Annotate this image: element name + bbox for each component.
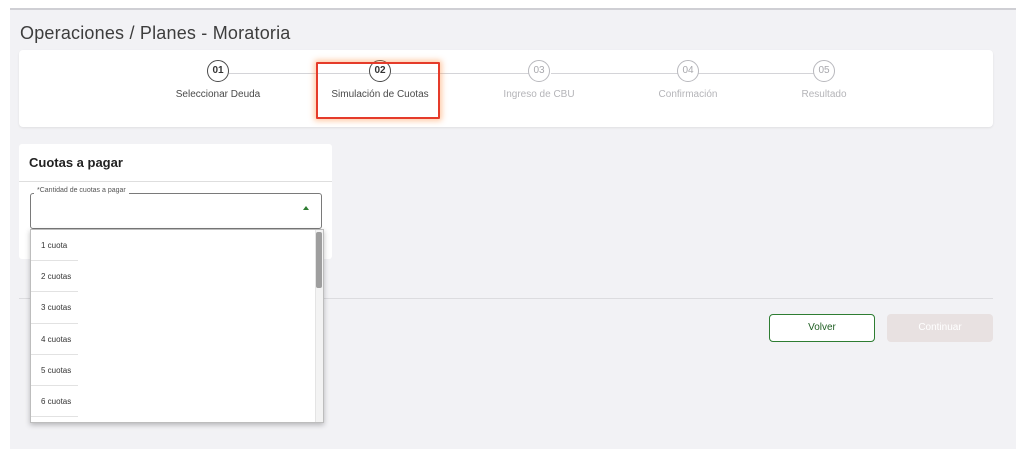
continue-button[interactable]: Continuar: [887, 314, 993, 342]
step-seleccionar-deuda[interactable]: 01 Seleccionar Deuda: [153, 60, 283, 100]
dropdown-option[interactable]: 3 cuotas: [31, 292, 323, 324]
dropdown-option[interactable]: 2 cuotas: [31, 261, 323, 293]
panel-divider: [19, 181, 332, 182]
panel-title: Cuotas a pagar: [29, 155, 123, 170]
step-confirmacion: 04 Confirmación: [623, 60, 753, 100]
active-step-highlight: [316, 62, 440, 119]
dropdown-option-label: 3 cuotas: [41, 303, 72, 313]
option-separator: [31, 416, 78, 418]
step-ingreso-cbu: 03 Ingreso de CBU: [474, 60, 604, 100]
step-number: 05: [813, 60, 835, 82]
stepper: 01 Seleccionar Deuda 02 Simulación de Cu…: [19, 50, 993, 127]
cuotas-select[interactable]: [30, 193, 322, 229]
dropdown-option-label: 1 cuota: [41, 241, 68, 250]
step-label: Resultado: [801, 89, 847, 100]
caret-up-icon[interactable]: [303, 206, 309, 210]
step-resultado: 05 Resultado: [759, 60, 889, 100]
step-number: 03: [528, 60, 550, 82]
scrollbar-thumb[interactable]: [316, 232, 322, 288]
dropdown-option[interactable]: 4 cuotas: [31, 324, 323, 355]
step-label: Confirmación: [658, 89, 718, 100]
cuotas-dropdown[interactable]: 1 cuota 2 cuotas 3 cuotas 4 cuotas 5 cuo…: [30, 229, 324, 423]
dropdown-option-label: 2 cuotas: [41, 272, 72, 282]
app-frame: Operaciones / Planes - Moratoria 01 Sele…: [10, 8, 1016, 449]
dropdown-option-label: 4 cuotas: [41, 334, 72, 344]
step-number: 01: [207, 60, 229, 82]
dropdown-option[interactable]: 1 cuota: [31, 230, 323, 262]
dropdown-option[interactable]: 5 cuotas: [31, 355, 323, 386]
dropdown-option[interactable]: 6 cuotas: [31, 386, 323, 418]
dropdown-option-label: 5 cuotas: [41, 365, 72, 375]
step-number: 04: [677, 60, 699, 82]
step-label: Ingreso de CBU: [503, 89, 575, 100]
cuotas-select-label: *Cantidad de cuotas a pagar: [34, 187, 129, 194]
back-button[interactable]: Volver: [769, 314, 875, 342]
dropdown-option-label: 6 cuotas: [41, 396, 72, 406]
step-label: Seleccionar Deuda: [175, 89, 261, 100]
dropdown-scrollbar[interactable]: [315, 230, 323, 422]
page-title: Operaciones / Planes - Moratoria: [20, 23, 291, 43]
